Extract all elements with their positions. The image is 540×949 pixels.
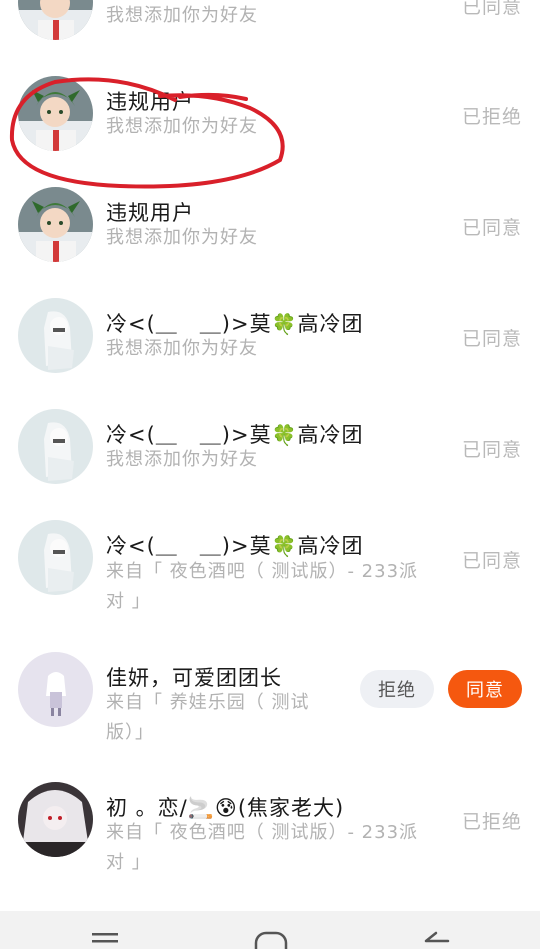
clover-icon: 🍀	[271, 423, 298, 447]
status-label: 已同意	[461, 550, 522, 572]
request-name-suffix: 高冷团	[297, 534, 364, 558]
request-subtitle: 我想添加你为好友	[106, 116, 258, 137]
clover-icon: 🍀	[271, 312, 298, 336]
avatar-image	[18, 76, 93, 151]
request-row[interactable]: 佳妍，可爱团团长 来自「 养娃乐园（ 测试版）」 拒绝 同意	[0, 630, 540, 760]
avatar-image	[18, 187, 93, 262]
menu-icon[interactable]	[90, 929, 120, 949]
request-name-suffix: 高冷团	[297, 423, 364, 447]
status-label: 已同意	[461, 217, 522, 239]
request-name-text: 冷<(＿ ＿)>莫	[106, 534, 272, 558]
accept-button[interactable]: 同意	[448, 670, 522, 708]
avatar-image	[18, 652, 93, 727]
avatar[interactable]	[18, 298, 93, 373]
navigation-bar	[0, 911, 540, 949]
request-subtitle: 我想添加你为好友	[106, 5, 258, 26]
request-name-text: 冷<(＿ ＿)>莫	[106, 312, 272, 336]
avatar[interactable]	[18, 520, 93, 595]
request-subtitle: 来自「 夜色酒吧（ 测试版）- 233派对 」	[106, 561, 419, 612]
status-label: 已拒绝	[461, 811, 522, 833]
request-name-text: 初 。恋/	[106, 796, 188, 820]
avatar[interactable]	[18, 76, 93, 151]
avatar-image	[18, 520, 93, 595]
reject-button[interactable]: 拒绝	[360, 670, 434, 708]
status-label: 已同意	[461, 328, 522, 350]
request-name-text: 冷<(＿ ＿)>莫	[106, 423, 272, 447]
home-icon[interactable]	[254, 929, 288, 949]
avatar[interactable]	[18, 187, 93, 262]
request-name-suffix: 高冷团	[297, 312, 364, 336]
avatar[interactable]	[18, 652, 93, 727]
back-icon[interactable]	[420, 929, 450, 949]
request-row[interactable]: 初 。恋/🚬😰(焦家老大) 来自「 夜色酒吧（ 测试版）- 233派对 」 已拒…	[0, 760, 540, 900]
avatar[interactable]	[18, 409, 93, 484]
request-row[interactable]: 违规用户 我想添加你为好友 已同意	[0, 166, 540, 277]
avatar-image	[18, 0, 93, 40]
request-name-suffix: (焦家老大)	[237, 796, 345, 820]
cigarette-icon: 🚬	[187, 796, 215, 820]
request-subtitle: 我想添加你为好友	[106, 449, 258, 470]
avatar-image	[18, 782, 93, 857]
avatar[interactable]	[18, 782, 93, 857]
avatar[interactable]	[18, 0, 93, 40]
status-label: 已同意	[461, 439, 522, 461]
request-row[interactable]: 冷<(＿ ＿)>莫🍀高冷团 我想添加你为好友 已同意	[0, 388, 540, 499]
avatar-image	[18, 298, 93, 373]
request-subtitle: 我想添加你为好友	[106, 338, 258, 359]
status-label: 已拒绝	[461, 106, 522, 128]
request-subtitle: 来自「 养娃乐园（ 测试版）」	[106, 692, 310, 743]
request-subtitle: 来自「 夜色酒吧（ 测试版）- 233派对 」	[106, 822, 419, 873]
request-row[interactable]: 冷<(＿ ＿)>莫🍀高冷团 来自「 夜色酒吧（ 测试版）- 233派对 」 已同…	[0, 499, 540, 630]
request-name: 冷<(＿ ＿)>莫🍀高冷团	[106, 530, 363, 560]
request-row[interactable]: 我想添加你为好友 已同意	[0, 0, 540, 55]
request-subtitle: 我想添加你为好友	[106, 227, 258, 248]
status-label: 已同意	[461, 0, 522, 18]
clover-icon: 🍀	[271, 534, 298, 558]
avatar-image	[18, 409, 93, 484]
request-row[interactable]: 违规用户 我想添加你为好友 已拒绝	[0, 55, 540, 166]
request-row[interactable]: 冷<(＿ ＿)>莫🍀高冷团 我想添加你为好友 已同意	[0, 277, 540, 388]
sad-face-icon: 😰	[214, 796, 238, 820]
